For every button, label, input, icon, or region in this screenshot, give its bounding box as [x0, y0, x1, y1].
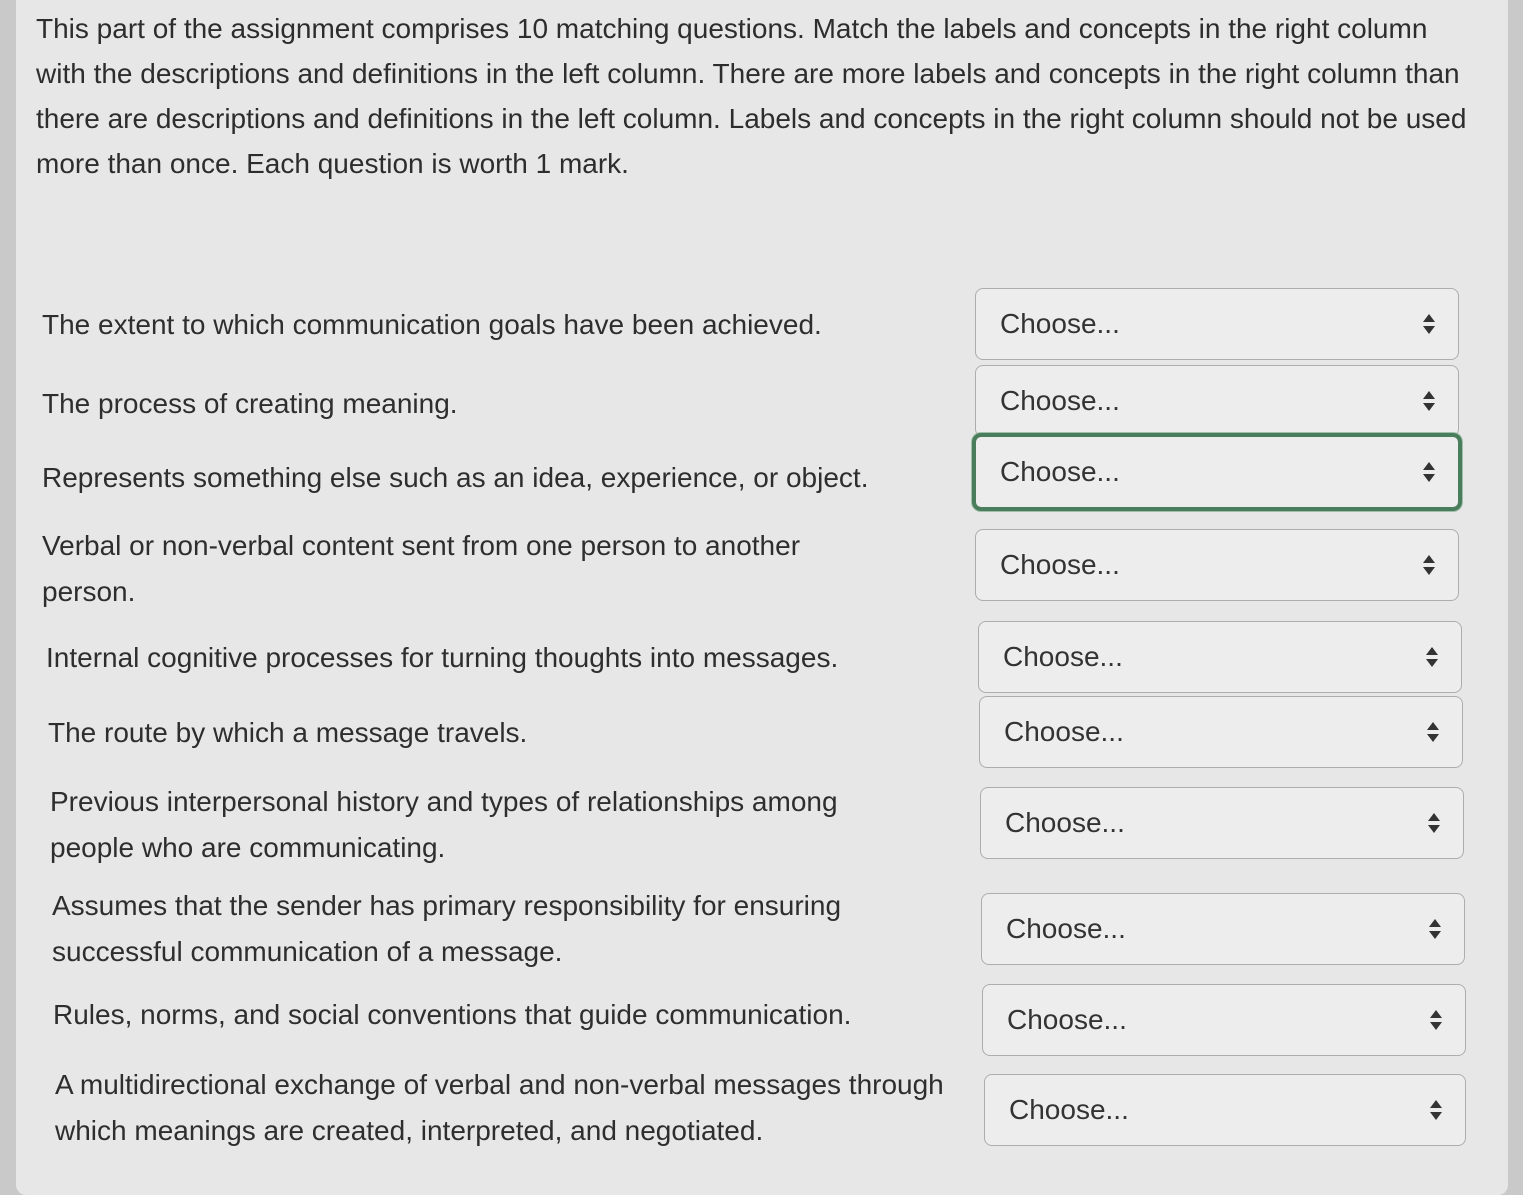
select-value: Choose... [1005, 807, 1125, 838]
answer-select[interactable]: Choose... [981, 893, 1465, 965]
answer-select[interactable]: Choose... [984, 1074, 1466, 1146]
question-text: The extent to which communication goals … [42, 309, 822, 340]
select-value: Choose... [1000, 549, 1120, 580]
up-down-chevron-icon [1423, 555, 1435, 575]
question-text: Previous interpersonal history and types… [50, 786, 838, 863]
select-value: Choose... [1000, 308, 1120, 339]
answer-select[interactable]: Choose... [975, 288, 1459, 360]
answer-select[interactable]: Choose... [978, 621, 1462, 693]
answer-select[interactable]: Choose... [980, 787, 1464, 859]
instructions-text: This part of the assignment comprises 10… [36, 13, 1467, 179]
up-down-chevron-icon [1423, 314, 1435, 334]
question-text: Verbal or non-verbal content sent from o… [42, 530, 801, 607]
up-down-chevron-icon [1423, 462, 1435, 482]
up-down-chevron-icon [1428, 813, 1440, 833]
answer-select[interactable]: Choose... [982, 984, 1466, 1056]
answer-select[interactable]: Choose... [972, 433, 1462, 511]
question-text: Internal cognitive processes for turning… [46, 642, 839, 673]
up-down-chevron-icon [1429, 919, 1441, 939]
up-down-chevron-icon [1430, 1100, 1442, 1120]
question-text: The route by which a message travels. [48, 717, 528, 748]
question-text: A multidirectional exchange of verbal an… [55, 1069, 944, 1146]
up-down-chevron-icon [1427, 722, 1439, 742]
select-value: Choose... [1007, 1004, 1127, 1035]
question-text: Rules, norms, and social conventions tha… [53, 999, 852, 1030]
select-value: Choose... [1000, 456, 1120, 487]
question-text: Assumes that the sender has primary resp… [52, 890, 842, 967]
up-down-chevron-icon [1430, 1010, 1442, 1030]
select-value: Choose... [1003, 641, 1123, 672]
answer-select[interactable]: Choose... [975, 529, 1459, 601]
select-value: Choose... [1009, 1094, 1129, 1125]
answer-select[interactable]: Choose... [979, 696, 1463, 768]
question-text: Represents something else such as an ide… [42, 462, 869, 493]
question-text: The process of creating meaning. [42, 388, 458, 419]
up-down-chevron-icon [1423, 391, 1435, 411]
answer-select[interactable]: Choose... [975, 365, 1459, 437]
select-value: Choose... [1000, 385, 1120, 416]
select-value: Choose... [1004, 716, 1124, 747]
select-value: Choose... [1006, 913, 1126, 944]
up-down-chevron-icon [1426, 647, 1438, 667]
